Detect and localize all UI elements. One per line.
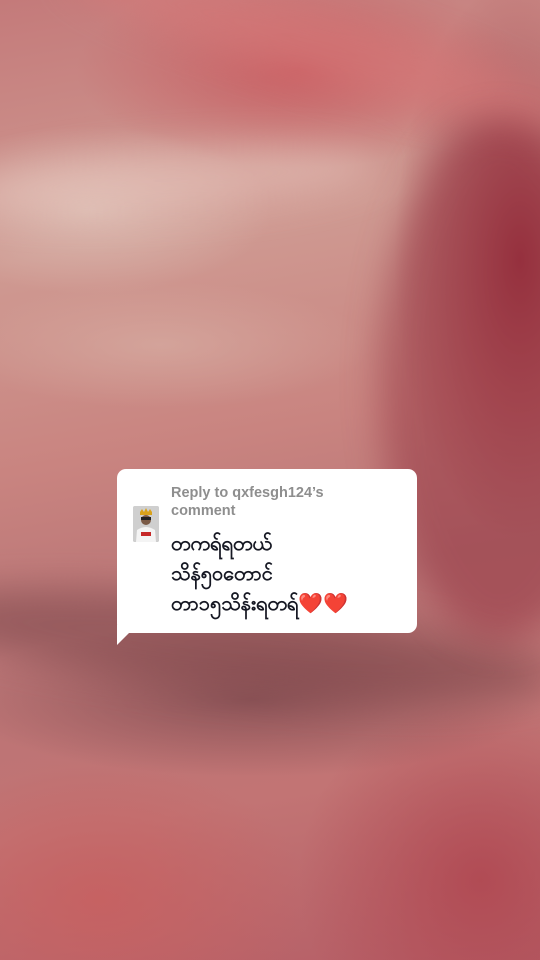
- reply-to-label-line1: Reply to qxfesgh124’s: [171, 485, 324, 501]
- reply-comment-sticker[interactable]: Reply to qxfesgh124’s comment တကရ်ရတယ် သ…: [117, 469, 417, 633]
- comment-line-1: တကရ်ရတယ်: [171, 531, 272, 555]
- commenter-avatar[interactable]: [133, 506, 159, 542]
- user-avatar-icon: [133, 506, 159, 542]
- reply-to-label: Reply to qxfesgh124’s comment: [171, 484, 403, 520]
- heart-emoji-icon: ❤️❤️: [298, 591, 349, 615]
- background-blur-streak: [0, 135, 382, 225]
- comment-line-3: တာ၁၅သိန်းရတရ်❤️❤️: [171, 588, 403, 618]
- speech-bubble-tail: [117, 625, 137, 645]
- reply-to-label-line2: comment: [171, 503, 236, 519]
- comment-line-2: သိန်၅ဝတောင်: [171, 561, 273, 585]
- reply-content: Reply to qxfesgh124’s comment တကရ်ရတယ် သ…: [171, 484, 403, 621]
- comment-text: တကရ်ရတယ် သိန်၅ဝတောင် တာ၁၅သိန်းရတရ်❤️❤️: [171, 528, 403, 618]
- background-blur-streak: [60, 0, 540, 151]
- comment-line-3-text: တာ၁၅သိန်းရတရ်: [171, 591, 299, 615]
